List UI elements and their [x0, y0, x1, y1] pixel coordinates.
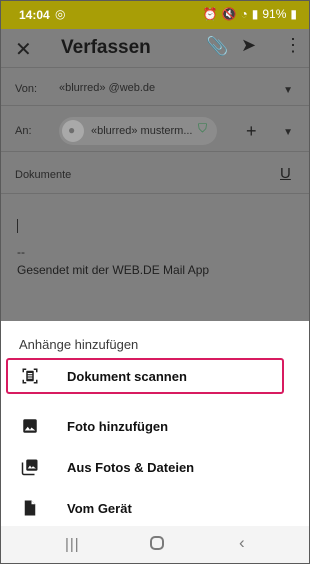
text-format-icon[interactable]: U	[280, 165, 291, 182]
option-label: Vom Gerät	[67, 501, 132, 516]
signature-text: Gesendet mit der WEB.DE Mail App	[17, 263, 210, 277]
close-icon[interactable]: ✕	[15, 37, 32, 62]
recipient-chip[interactable]: ● «blurred» musterm... ⛉	[59, 117, 217, 145]
divider	[1, 105, 309, 106]
status-icons: ⏰ 🔇 ◔ ▮ 91% ▮	[203, 7, 297, 21]
option-add-photo[interactable]: Foto hinzufügen	[1, 409, 309, 445]
shield-check-icon: ⛉	[197, 121, 207, 135]
back-icon[interactable]: ‹	[239, 533, 245, 553]
add-recipient-icon[interactable]: +	[246, 121, 257, 142]
compose-toolbar: ✕ Verfassen 📎 ➤ ⋮	[1, 29, 309, 67]
subject-field[interactable]: Dokumente	[15, 169, 71, 181]
home-icon[interactable]	[150, 536, 164, 550]
signature-separator: --	[17, 245, 25, 259]
photo-library-icon	[21, 459, 38, 476]
compose-title: Verfassen	[61, 37, 151, 58]
battery-icon: ▮	[290, 7, 297, 21]
battery-percent: 91%	[262, 7, 287, 21]
divider	[1, 193, 309, 194]
signal-icon: ▮	[251, 7, 259, 21]
alarm-icon: ⏰	[202, 7, 218, 21]
recent-apps-icon[interactable]: |||	[65, 536, 80, 553]
to-label: An:	[15, 125, 32, 137]
from-dropdown-icon[interactable]: ▼	[283, 85, 293, 96]
image-icon	[23, 419, 37, 433]
phone-screen: 14:04 ◎ ⏰ 🔇 ◔ ▮ 91% ▮ ✕ Verfassen 📎 ➤ ⋮ …	[0, 0, 310, 564]
file-icon	[24, 500, 36, 516]
attachments-bottom-sheet: Anhänge hinzufügen Dokument scannen Foto…	[1, 321, 309, 531]
sheet-title: Anhänge hinzufügen	[19, 337, 139, 352]
recipient-name: «blurred» musterm...	[91, 125, 193, 137]
mute-icon: 🔇	[221, 7, 237, 21]
more-options-icon[interactable]: ⋮	[284, 35, 302, 56]
option-from-device[interactable]: Vom Gerät	[1, 491, 309, 527]
option-label: Aus Fotos & Dateien	[67, 460, 195, 475]
attachment-icon[interactable]: 📎	[206, 36, 228, 57]
compose-screen-dimmed: ✕ Verfassen 📎 ➤ ⋮ Von: «blurred» @web.de…	[1, 29, 309, 321]
option-photos-files[interactable]: Aus Fotos & Dateien	[1, 450, 309, 486]
from-field[interactable]: «blurred» @web.de	[59, 82, 155, 94]
text-cursor	[17, 219, 18, 233]
status-bar: 14:04 ◎ ⏰ 🔇 ◔ ▮ 91% ▮	[1, 1, 309, 29]
divider	[1, 151, 309, 152]
divider	[1, 67, 309, 68]
android-nav-bar: ||| ‹	[1, 526, 309, 563]
cc-dropdown-icon[interactable]: ▼	[283, 127, 293, 138]
option-label: Foto hinzufügen	[67, 419, 169, 434]
person-icon: ●	[68, 123, 76, 137]
wifi-icon: ◔	[240, 7, 248, 21]
status-time: 14:04	[19, 8, 50, 22]
highlight-box	[6, 358, 284, 394]
send-icon[interactable]: ➤	[241, 35, 256, 56]
whatsapp-icon: ◎	[55, 7, 66, 21]
from-label: Von:	[15, 83, 38, 95]
